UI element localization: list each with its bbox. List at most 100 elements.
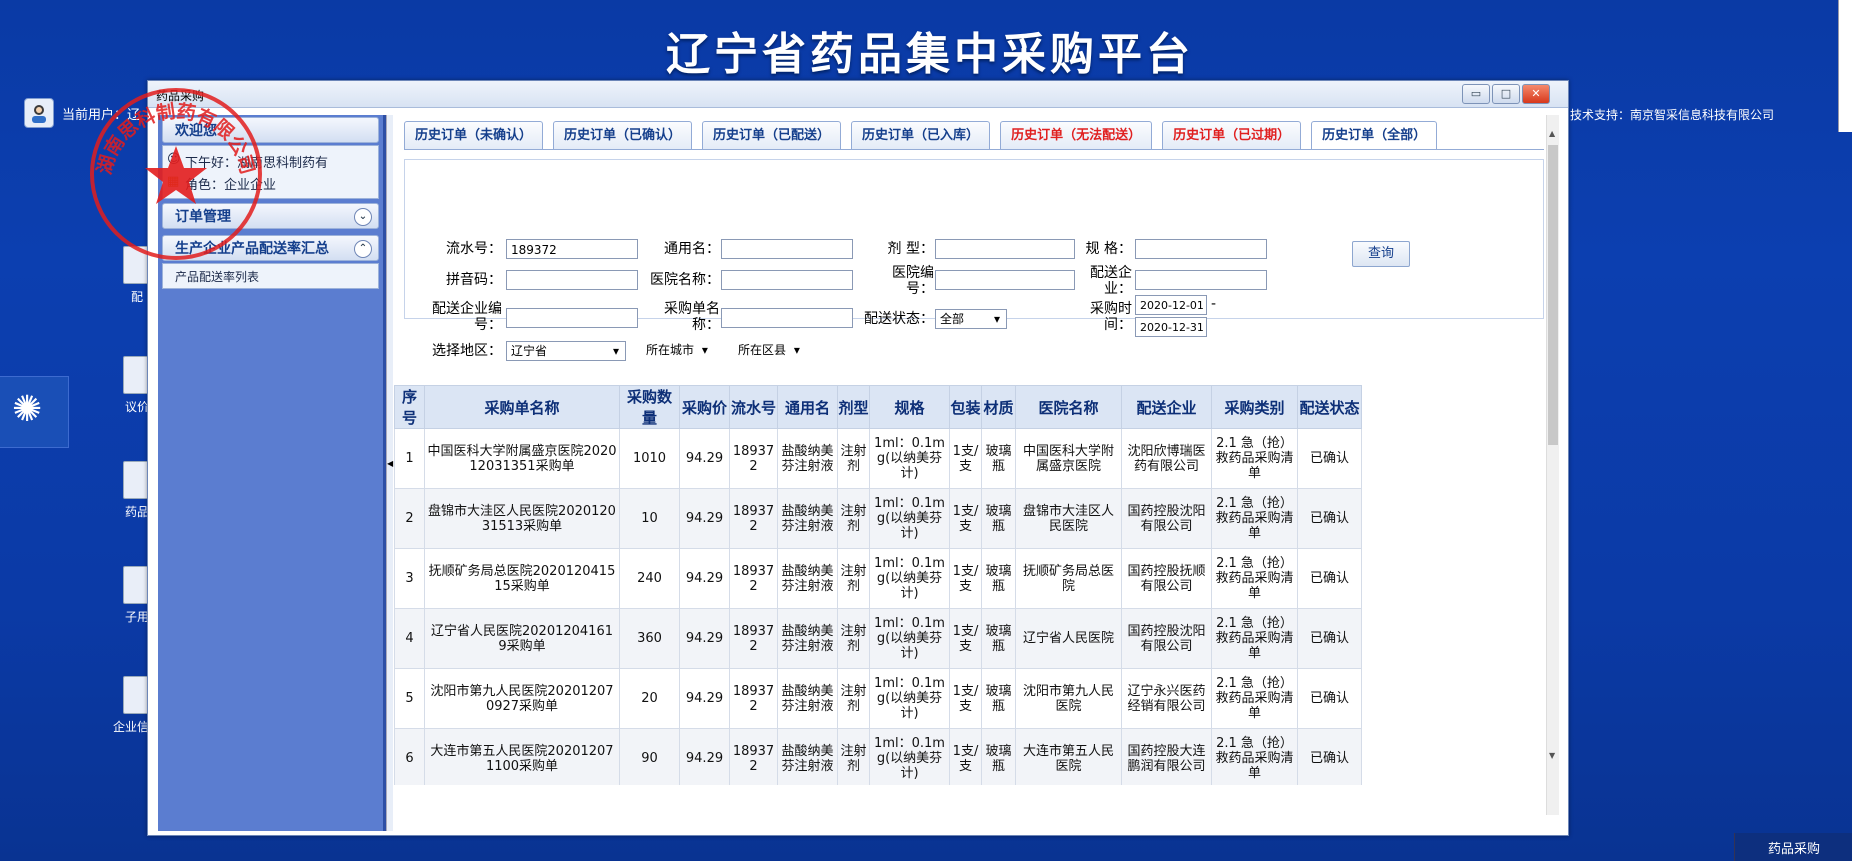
distributor-input[interactable] (1135, 270, 1267, 290)
tab-history-order[interactable]: 历史订单（已配送） (702, 121, 842, 150)
column-header[interactable]: 通用名 (777, 385, 838, 429)
district-select[interactable]: 所在区县 ▾ (734, 341, 814, 361)
tab-history-order[interactable]: 历史订单（已确认） (553, 121, 693, 150)
column-header[interactable]: 配送状态 (1297, 385, 1362, 429)
table-cell: 已确认 (1297, 548, 1362, 609)
table-cell: 盐酸纳美芬注射液 (777, 608, 838, 669)
city-select[interactable]: 所在城市 ▾ (642, 341, 718, 361)
tab-history-order[interactable]: 历史订单（已过期） (1162, 121, 1302, 150)
maximize-button[interactable]: □ (1492, 84, 1520, 104)
chevron-down-icon[interactable]: ⌄ (354, 208, 372, 226)
collapse-arrow-icon[interactable]: ◀ (387, 459, 393, 468)
table-cell: 94.29 (679, 668, 730, 729)
column-header[interactable]: 规格 (869, 385, 950, 429)
serial-input[interactable]: 189372 (506, 239, 638, 259)
table-cell: 1010 (619, 428, 680, 489)
table-cell: 玻璃瓶 (981, 668, 1016, 729)
launcher-icon[interactable]: ✺ (12, 392, 42, 428)
main-content: 历史订单（未确认） 历史订单（已确认） 历史订单（已配送） 历史订单（已入库） 历史订单… (394, 115, 1559, 831)
tab-history-order[interactable]: 历史订单（无法配送） (1000, 121, 1153, 150)
distributor-code-input[interactable] (506, 308, 638, 328)
table-row[interactable]: 6 大连市第五人民医院202012071100采购单 90 94.29 189372 盐酸… (394, 728, 1362, 785)
dosage-input[interactable] (935, 239, 1075, 259)
order-table: 序号 采购单名称 采购数量 采购价 流水号 通用名 剂型 规格 包装 材质 医院名称 配送企业 采购类别… (394, 385, 1362, 785)
table-cell: 中国医科大学附属盛京医院 (1015, 428, 1122, 489)
column-header[interactable]: 包装 (949, 385, 982, 429)
table-cell: 1ml：0.1mg(以纳美芬计) (869, 488, 950, 549)
nav-item-delivery-rate-list[interactable]: 产品配送率列表 (175, 268, 259, 285)
nav-order-management[interactable]: 订单管理 ⌄ (162, 203, 379, 229)
table-row[interactable]: 2 盘锦市大洼区人民医院202012031513采购单 10 94.29 189372 盐… (394, 488, 1362, 549)
distributor-code-label: 配送企业编号： (432, 301, 502, 333)
column-header[interactable]: 序号 (394, 385, 425, 429)
tab-history-order[interactable]: 历史订单（已入库） (851, 121, 991, 150)
column-header[interactable]: 采购类别 (1211, 385, 1298, 429)
table-cell: 2.1 急（抢）救药品采购清单 (1211, 728, 1298, 785)
tab-history-order[interactable]: 历史订单（全部） (1311, 121, 1438, 150)
scroll-down-icon[interactable]: ▼ (1549, 751, 1555, 760)
dosage-label: 剂 型： (887, 241, 934, 257)
drug-purchase-window: 药品采购 ▭ □ ✕ 欢迎您 ☺ 下午好：湖南思科制药有 ▦ 角色：企业企业 订… (147, 80, 1569, 836)
scrollbar-thumb[interactable] (1548, 145, 1558, 445)
table-cell: 注射剂 (837, 548, 870, 609)
column-header[interactable]: 采购价 (679, 385, 730, 429)
table-cell: 189372 (729, 728, 778, 785)
hospital-name-input[interactable] (721, 270, 853, 290)
platform-title: 辽宁省药品集中采购平台 (666, 29, 1194, 80)
time-from-input[interactable]: 2020-12-01 (1135, 295, 1207, 315)
table-cell: 注射剂 (837, 428, 870, 489)
nav-delivery-rate[interactable]: 生产企业产品配送率汇总 ⌃ (162, 235, 379, 261)
table-cell: 94.29 (679, 488, 730, 549)
close-button[interactable]: ✕ (1522, 84, 1550, 104)
column-header[interactable]: 配送企业 (1121, 385, 1212, 429)
generic-name-input[interactable] (721, 239, 853, 259)
table-cell: 注射剂 (837, 488, 870, 549)
spec-input[interactable] (1135, 239, 1267, 259)
chevron-up-icon[interactable]: ⌃ (354, 240, 372, 258)
taskbar-item-drug-purchase[interactable]: 药品采购 (1734, 833, 1852, 861)
table-row[interactable]: 4 辽宁省人民医院202012041619采购单 360 94.29 189372 盐酸纳… (394, 608, 1362, 669)
window-titlebar[interactable]: 药品采购 ▭ □ ✕ (148, 81, 1568, 108)
dropdown-arrow-icon: ▾ (612, 344, 619, 358)
delivery-status-select[interactable]: 全部 ▾ (935, 309, 1007, 329)
table-cell: 189372 (729, 608, 778, 669)
column-header[interactable]: 材质 (981, 385, 1016, 429)
table-cell: 6 (394, 728, 425, 785)
column-header[interactable]: 流水号 (729, 385, 778, 429)
panel-splitter[interactable] (386, 115, 393, 831)
order-name-input[interactable] (721, 308, 853, 328)
table-cell: 2.1 急（抢）救药品采购清单 (1211, 548, 1298, 609)
table-cell: 2.1 急（抢）救药品采购清单 (1211, 668, 1298, 729)
table-row[interactable]: 3 抚顺矿务局总医院202012041515采购单 240 94.29 189372 盐酸… (394, 548, 1362, 609)
table-cell: 盘锦市大洼区人民医院 (1015, 488, 1122, 549)
order-name-label: 采购单名称： (664, 301, 720, 333)
table-cell: 10 (619, 488, 680, 549)
distributor-label: 配送企业： (1090, 265, 1132, 297)
table-cell: 已确认 (1297, 728, 1362, 785)
table-cell: 4 (394, 608, 425, 669)
table-cell: 盐酸纳美芬注射液 (777, 728, 838, 785)
province-select[interactable]: 辽宁省 ▾ (506, 341, 626, 361)
table-row[interactable]: 5 沈阳市第九人民医院202012070927采购单 20 94.29 189372 盐酸… (394, 668, 1362, 729)
tab-history-order[interactable]: 历史订单（未确认） (404, 121, 544, 150)
nav-welcome-header[interactable]: 欢迎您 (162, 117, 379, 143)
column-header[interactable]: 医院名称 (1015, 385, 1122, 429)
column-header[interactable]: 剂型 (837, 385, 870, 429)
vertical-scrollbar[interactable]: ▲ ▼ (1546, 115, 1559, 815)
table-cell: 注射剂 (837, 608, 870, 669)
table-cell: 玻璃瓶 (981, 608, 1016, 669)
scroll-up-icon[interactable]: ▲ (1549, 129, 1555, 138)
table-cell: 玻璃瓶 (981, 428, 1016, 489)
column-header[interactable]: 采购单名称 (424, 385, 620, 429)
table-cell: 抚顺矿务局总医院202012041515采购单 (424, 548, 620, 609)
hospital-code-input[interactable] (935, 270, 1075, 290)
query-button[interactable]: 查询 (1352, 241, 1410, 267)
province-value: 辽宁省 (511, 344, 548, 358)
column-header[interactable]: 采购数量 (619, 385, 680, 429)
district-value: 所在区县 (738, 343, 787, 357)
table-row[interactable]: 1 中国医科大学附属盛京医院202012031351采购单 1010 94.29 189… (394, 428, 1362, 489)
pinyin-input[interactable] (506, 270, 638, 290)
time-to-input[interactable]: 2020-12-31 (1135, 317, 1207, 337)
minimize-button[interactable]: ▭ (1462, 84, 1490, 104)
hospital-code-label: 医院编号： (892, 265, 934, 297)
